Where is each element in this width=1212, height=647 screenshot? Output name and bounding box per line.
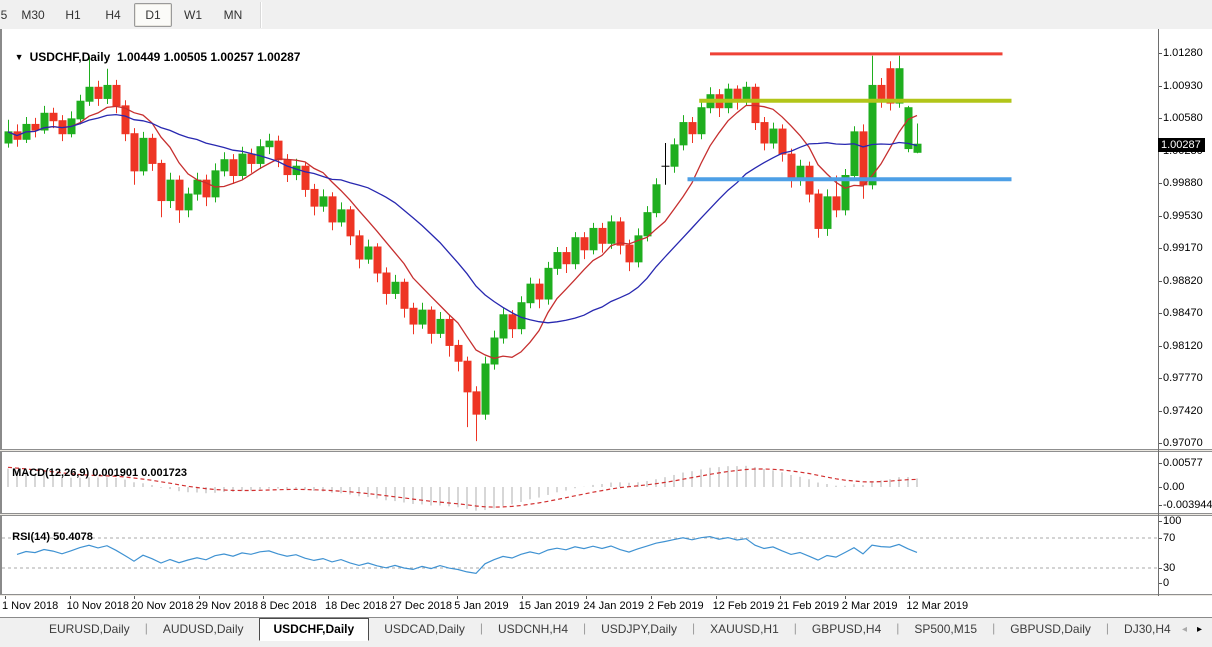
tab-scroll-left-icon[interactable]: ◂ bbox=[1182, 618, 1187, 642]
rsi-axis-label: 0 bbox=[1163, 577, 1169, 589]
chart-tab-sp500[interactable]: SP500,M15 bbox=[899, 618, 992, 641]
toolbar-separator bbox=[260, 2, 262, 28]
date-axis-label: 20 Nov 2018 bbox=[131, 600, 193, 612]
date-axis-tick bbox=[716, 596, 717, 599]
date-axis-label: 2 Mar 2019 bbox=[842, 600, 898, 612]
macd-axis-label: 0.00 bbox=[1163, 481, 1184, 493]
price-axis-label: 1.00930 bbox=[1163, 80, 1203, 92]
chart-tab-gbpusd[interactable]: GBPUSD,Daily bbox=[995, 618, 1106, 641]
rsi-label: RSI(14) 50.4078 bbox=[6, 519, 93, 543]
macd-axis-label: -0.003944 bbox=[1163, 499, 1212, 511]
price-axis-label: 1.00580 bbox=[1163, 112, 1203, 124]
panel-splitter-rsi[interactable] bbox=[0, 513, 1212, 516]
timeframe-button-5[interactable]: 5 bbox=[0, 3, 12, 27]
rsi-axis-label: 100 bbox=[1163, 515, 1181, 527]
date-axis-label: 27 Dec 2018 bbox=[390, 600, 452, 612]
current-price-badge: 1.00287 bbox=[1158, 138, 1205, 152]
price-axis-label: 0.97070 bbox=[1163, 437, 1203, 449]
tab-scroll-right-icon[interactable]: ▸ bbox=[1197, 618, 1202, 642]
main-chart-panel[interactable] bbox=[2, 30, 1160, 449]
chart-tab-eurusd[interactable]: EURUSD,Daily bbox=[34, 618, 145, 641]
chart-tab-dj30[interactable]: DJ30,H4 bbox=[1109, 618, 1172, 641]
date-axis-label: 15 Jan 2019 bbox=[519, 600, 580, 612]
timeframe-toolbar: 5M30H1H4D1W1MN bbox=[0, 0, 1212, 30]
date-axis-label: 29 Nov 2018 bbox=[196, 600, 258, 612]
date-axis-tick bbox=[909, 596, 910, 599]
panel-splitter-macd[interactable] bbox=[0, 449, 1212, 452]
date-axis-tick bbox=[651, 596, 652, 599]
price-axis-label: 0.98470 bbox=[1163, 307, 1203, 319]
timeframe-button-h4[interactable]: H4 bbox=[94, 3, 132, 27]
date-axis-tick bbox=[393, 596, 394, 599]
date-axis-tick bbox=[586, 596, 587, 599]
chart-tab-usdjpy[interactable]: USDJPY,Daily bbox=[586, 618, 692, 641]
date-axis: 1 Nov 2018 10 Nov 201820 Nov 201829 Nov 2… bbox=[0, 596, 1158, 617]
macd-axis-label: 0.00577 bbox=[1163, 457, 1203, 469]
date-axis-tick bbox=[70, 596, 71, 599]
rsi-panel[interactable] bbox=[2, 516, 1160, 596]
rsi-axis-label: 70 bbox=[1163, 532, 1175, 544]
date-axis-label: 18 Dec 2018 bbox=[325, 600, 387, 612]
date-axis-label: 8 Dec 2018 bbox=[260, 600, 316, 612]
price-axis-label: 0.97770 bbox=[1163, 372, 1203, 384]
date-axis-label: 21 Feb 2019 bbox=[777, 600, 839, 612]
date-axis-label: 24 Jan 2019 bbox=[583, 600, 644, 612]
chart-tab-usdcnh[interactable]: USDCNH,H4 bbox=[483, 618, 583, 641]
chart-tab-audusd[interactable]: AUDUSD,Daily bbox=[148, 618, 259, 641]
symbol-period-label: USDCHF,Daily bbox=[30, 50, 111, 64]
date-axis-tick bbox=[522, 596, 523, 599]
chart-tab-usdcad[interactable]: USDCAD,Daily bbox=[369, 618, 480, 641]
date-axis-label: 12 Mar 2019 bbox=[906, 600, 968, 612]
date-axis-tick bbox=[457, 596, 458, 599]
date-axis-tick bbox=[134, 596, 135, 599]
timeframe-button-d1[interactable]: D1 bbox=[134, 3, 172, 27]
chart-tab-bar: EURUSD,Daily|AUDUSD,DailyUSDCHF,DailyUSD… bbox=[0, 617, 1212, 647]
price-axis-label: 0.98120 bbox=[1163, 340, 1203, 352]
macd-label: MACD(12,26,9) 0.001901 0.001723 bbox=[6, 455, 187, 479]
date-axis-tick bbox=[328, 596, 329, 599]
rsi-axis-label: 30 bbox=[1163, 562, 1175, 574]
timeframe-button-mn[interactable]: MN bbox=[214, 3, 252, 27]
price-axis: 1.012801.009301.005801.002300.998800.995… bbox=[1160, 29, 1212, 596]
date-axis-tick bbox=[263, 596, 264, 599]
date-axis-label: 2 Feb 2019 bbox=[648, 600, 704, 612]
date-axis-tick bbox=[5, 596, 6, 599]
chart-tab-gbpusd[interactable]: GBPUSD,H4 bbox=[797, 618, 896, 641]
date-axis-tick bbox=[199, 596, 200, 599]
date-axis-label: 10 Nov 2018 bbox=[67, 600, 129, 612]
chart-tab-xauusd[interactable]: XAUUSD,H1 bbox=[695, 618, 794, 641]
date-axis-label: 1 Nov 2018 bbox=[2, 600, 58, 612]
price-axis-label: 1.01280 bbox=[1163, 47, 1203, 59]
date-axis-tick bbox=[845, 596, 846, 599]
timeframe-button-h1[interactable]: H1 bbox=[54, 3, 92, 27]
timeframe-button-m30[interactable]: M30 bbox=[14, 3, 52, 27]
price-axis-label: 0.98820 bbox=[1163, 275, 1203, 287]
price-axis-label: 0.99170 bbox=[1163, 242, 1203, 254]
ohlc-values: 1.00449 1.00505 1.00257 1.00287 bbox=[117, 50, 301, 64]
price-axis-label: 0.99530 bbox=[1163, 210, 1203, 222]
date-axis-label: 5 Jan 2019 bbox=[454, 600, 508, 612]
chevron-down-icon[interactable]: ▼ bbox=[15, 52, 24, 62]
date-axis-tick bbox=[780, 596, 781, 599]
price-axis-label: 0.97420 bbox=[1163, 405, 1203, 417]
date-axis-label: 12 Feb 2019 bbox=[713, 600, 775, 612]
chart-window bbox=[0, 29, 1212, 617]
timeframe-button-w1[interactable]: W1 bbox=[174, 3, 212, 27]
chart-tab-usdchf[interactable]: USDCHF,Daily bbox=[259, 618, 370, 641]
price-axis-label: 0.99880 bbox=[1163, 177, 1203, 189]
chart-title: ▼ USDCHF,Daily 1.00449 1.00505 1.00257 1.… bbox=[8, 36, 300, 64]
